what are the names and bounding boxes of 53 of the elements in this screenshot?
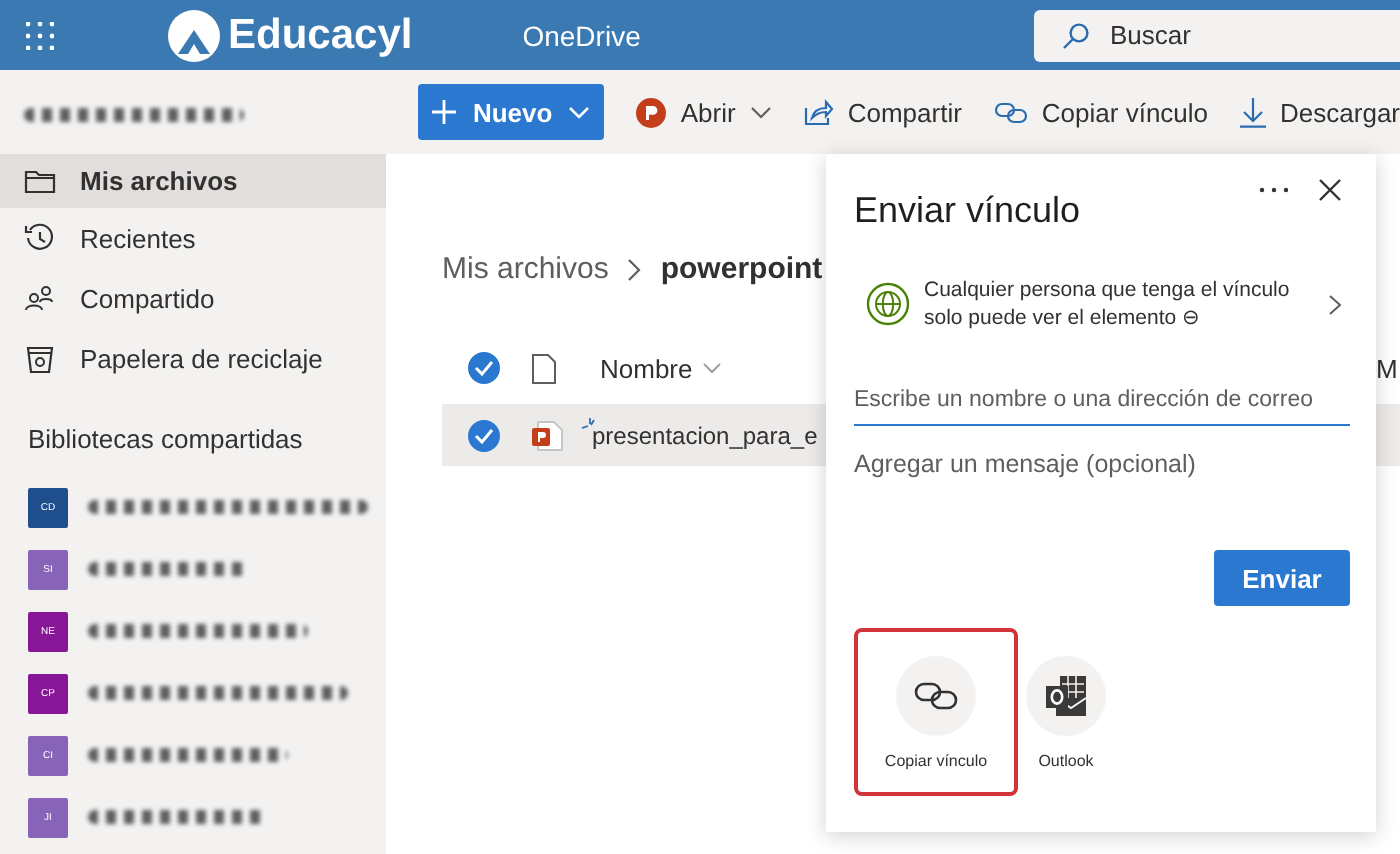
- share-option[interactable]: Outlook: [1022, 628, 1110, 796]
- toolbar-button[interactable]: Copiar vínculo: [993, 97, 1209, 127]
- globe-icon: [866, 282, 910, 326]
- history-icon: [24, 222, 56, 254]
- file-type-icon: [532, 353, 556, 383]
- share-icon: [803, 98, 834, 126]
- sort-caret-icon: [702, 362, 723, 374]
- select-all-checkbox[interactable]: [468, 352, 500, 384]
- nav-item[interactable]: Papelera de reciclaje: [0, 328, 386, 388]
- new-item-icon: [580, 418, 596, 430]
- breadcrumb-link[interactable]: Mis archivos: [442, 252, 609, 286]
- nav-item[interactable]: Compartido: [0, 268, 386, 328]
- logo-icon: [168, 9, 220, 61]
- caret-icon: [568, 105, 591, 119]
- column-header[interactable]: M: [1376, 353, 1400, 383]
- search-icon: [1062, 21, 1090, 49]
- checkmark-icon: [474, 360, 494, 376]
- share-option[interactable]: Copiar vínculo: [854, 628, 1018, 796]
- toolbar-button[interactable]: Abrir: [636, 97, 772, 127]
- chevron-icon: [626, 257, 643, 281]
- trash-icon: [24, 342, 56, 374]
- section-title: Bibliotecas compartidas: [26, 422, 305, 458]
- column-header[interactable]: Nombre: [600, 353, 723, 383]
- link-icon: [993, 101, 1028, 123]
- brand-name: Educacyl: [228, 11, 413, 59]
- more-options-icon[interactable]: [1258, 186, 1290, 194]
- toolbar-button[interactable]: Compartir: [803, 97, 962, 127]
- powerpoint-icon: [636, 97, 667, 127]
- link-icon: [914, 681, 958, 709]
- search-input[interactable]: Buscar: [1106, 18, 1354, 52]
- folder-icon: [24, 165, 56, 197]
- nav-item[interactable]: Mis archivos: [0, 154, 386, 208]
- close-icon[interactable]: [1318, 178, 1342, 202]
- powerpoint-file-icon: [532, 419, 564, 451]
- outlook-icon: [1044, 673, 1088, 717]
- send-button[interactable]: Enviar: [1214, 550, 1350, 606]
- search-field[interactable]: Buscar: [1034, 9, 1400, 61]
- row-checkbox[interactable]: [468, 419, 500, 451]
- app-name[interactable]: OneDrive: [522, 19, 641, 51]
- panel-title: Enviar vínculo: [854, 190, 1083, 232]
- link-setting-text: Cualquier persona que tenga el vínculo solo puede ver el elemento ⊖: [924, 276, 1292, 332]
- chevron-icon: [1328, 293, 1342, 315]
- current-folder: powerpoint: [660, 252, 823, 286]
- link-settings-button[interactable]: Cualquier persona que tenga el vínculo solo puede ver el elemento ⊖: [854, 276, 1350, 332]
- new-button[interactable]: Nuevo: [418, 84, 605, 140]
- toolbar-button[interactable]: Descargar: [1240, 97, 1400, 127]
- download-icon: [1240, 97, 1267, 127]
- plus-icon: [432, 100, 457, 124]
- people-icon: [24, 282, 56, 314]
- checkmark-icon: [474, 427, 494, 443]
- app-launcher-icon[interactable]: [26, 21, 54, 49]
- nav-item[interactable]: Recientes: [0, 208, 386, 268]
- file-name[interactable]: presentacion_para_e: [592, 421, 818, 449]
